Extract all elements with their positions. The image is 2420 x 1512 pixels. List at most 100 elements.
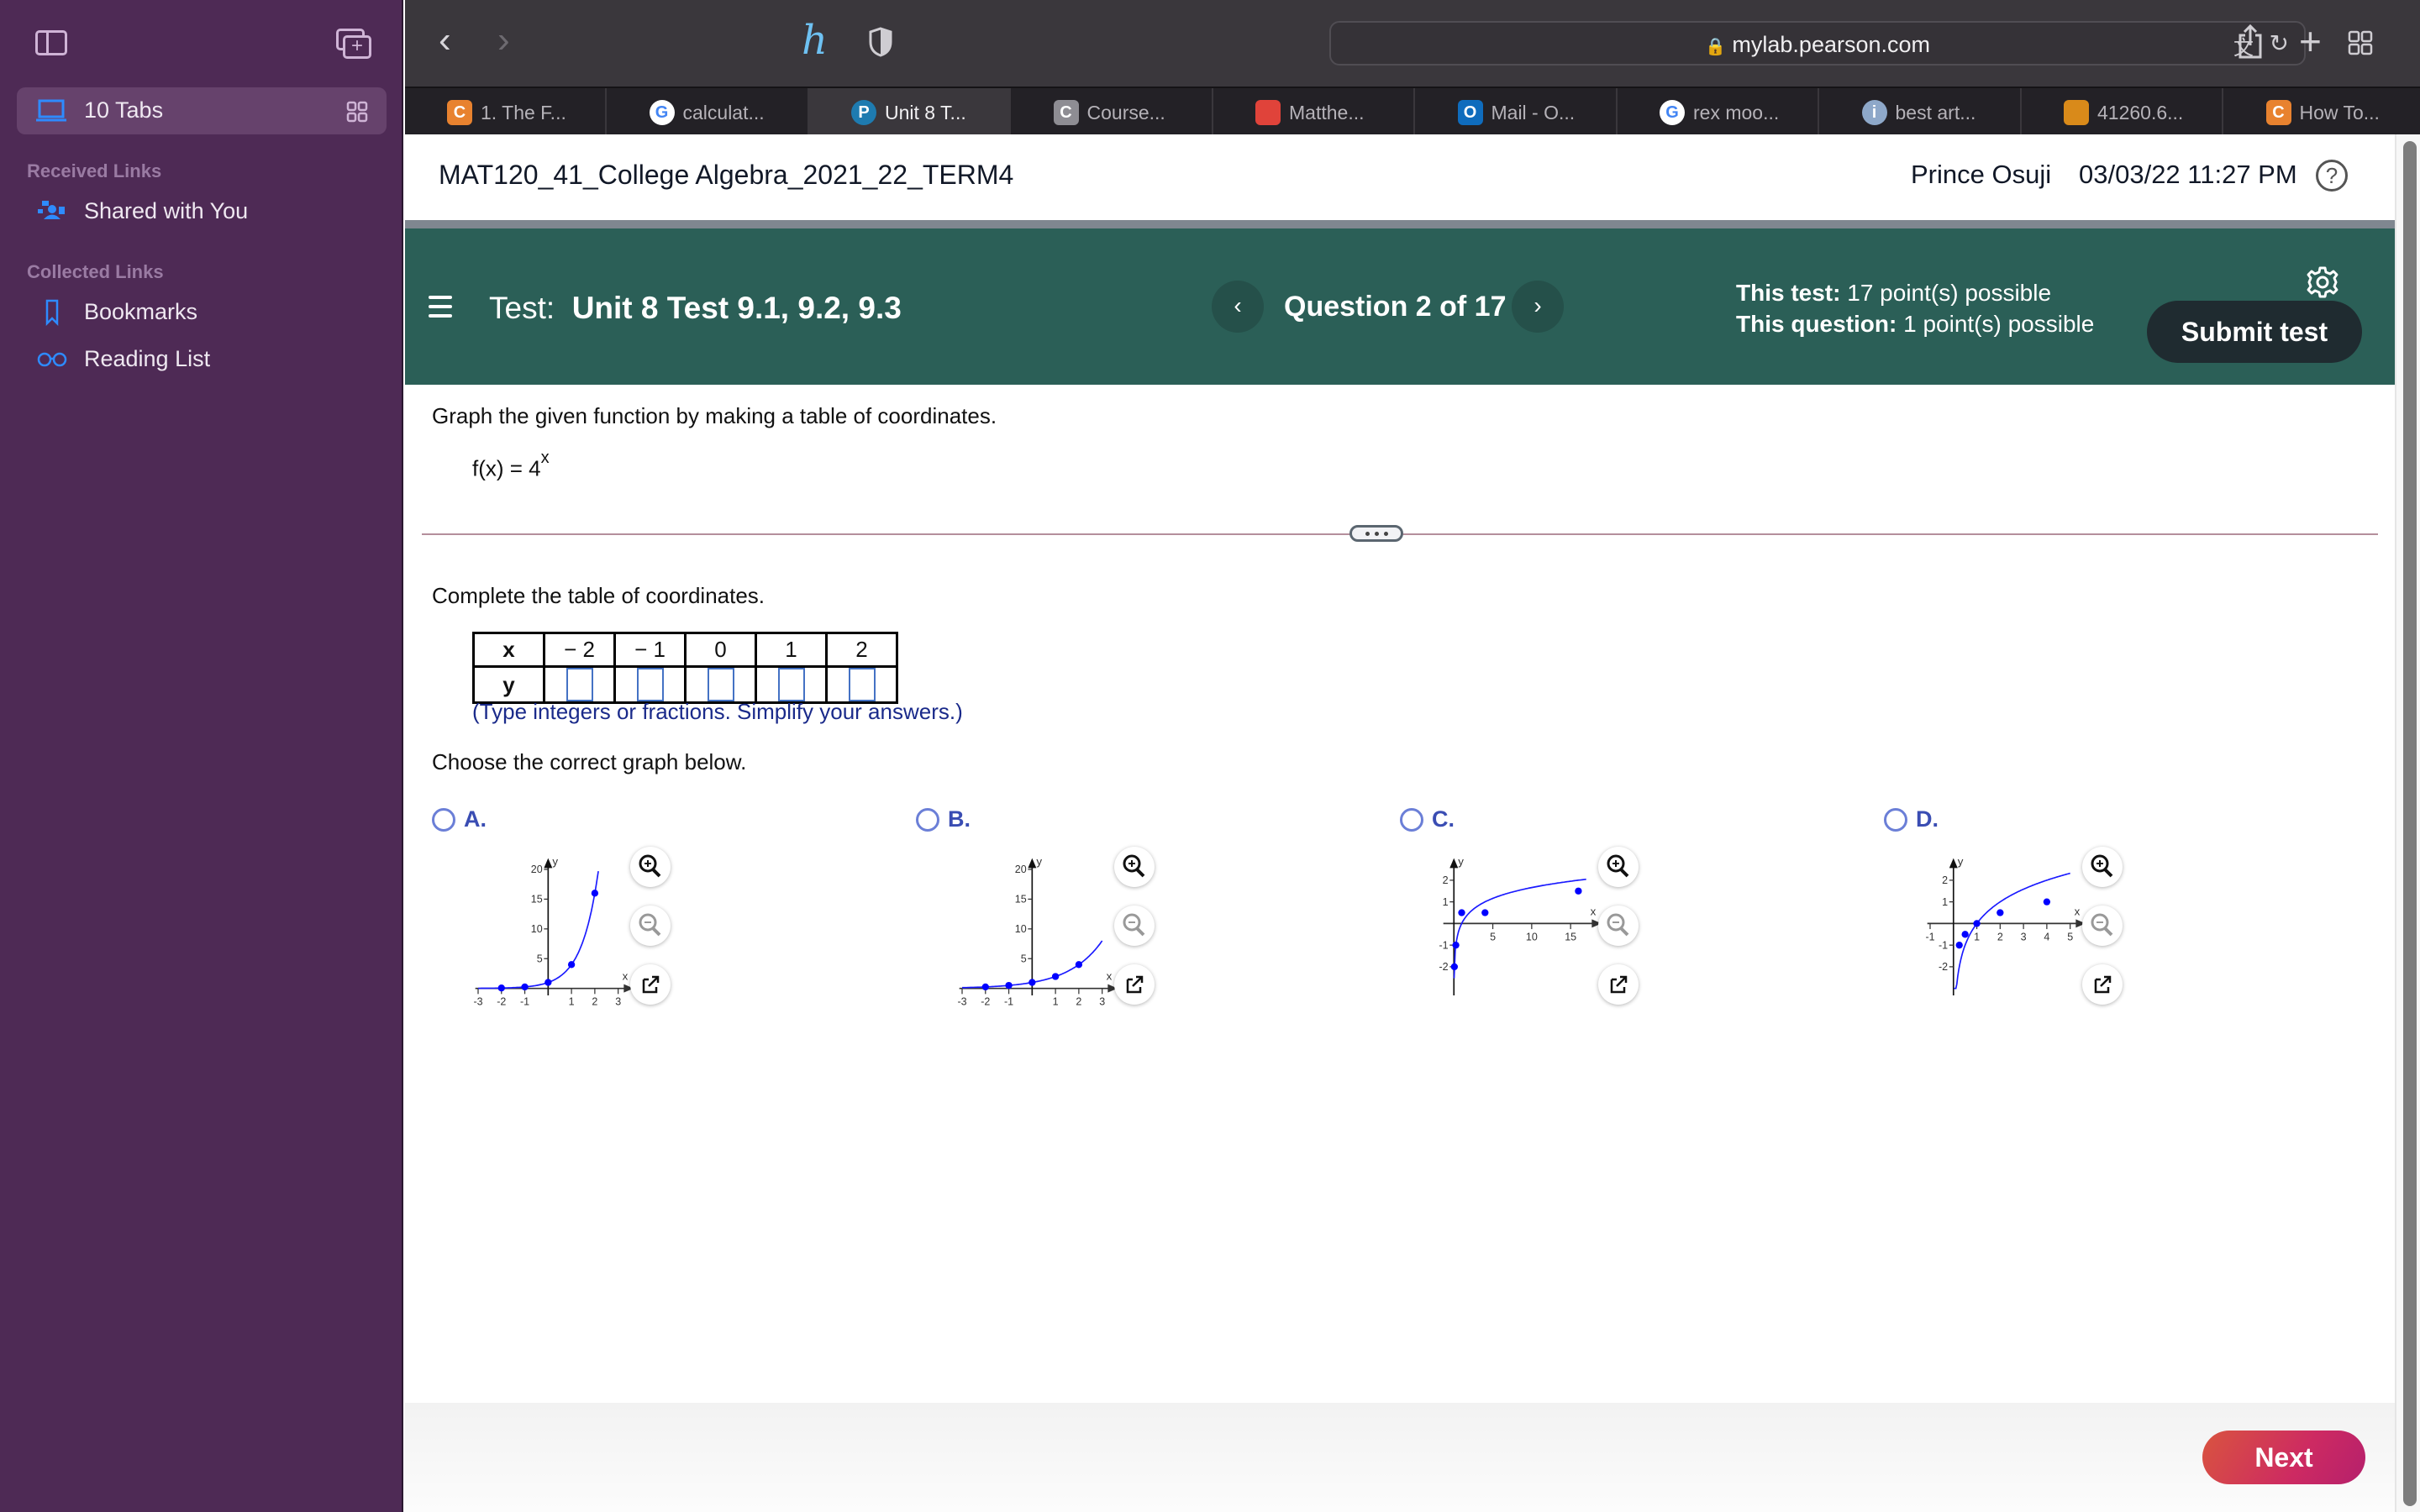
x-axis-label: x xyxy=(2075,905,2081,917)
zoom-in-icon[interactable] xyxy=(1114,847,1155,887)
x-tick-label: 15 xyxy=(1565,931,1576,942)
new-tab-group-icon[interactable]: + xyxy=(336,29,371,59)
address-bar[interactable]: 🔒 mylab.pearson.com 文 ↻ xyxy=(1329,21,2306,66)
zoom-out-icon[interactable] xyxy=(2082,906,2123,946)
graph-option-b[interactable]: B. x y -3 -2 -1 1 2 3 5 10 15 20 xyxy=(916,806,1386,1025)
question-counter: Question 2 of 17 xyxy=(1284,291,1507,323)
x-value: 2 xyxy=(825,632,898,668)
sidebar-item-reading-list[interactable]: Reading List xyxy=(25,341,378,378)
open-in-new-window-icon[interactable] xyxy=(630,964,671,1005)
x-tick-label: -2 xyxy=(981,996,990,1008)
forward-button[interactable]: › xyxy=(497,22,531,60)
browser-tab[interactable]: C Course... xyxy=(1012,88,1213,136)
back-button[interactable]: ‹ xyxy=(439,22,472,60)
zoom-in-icon[interactable] xyxy=(2082,847,2123,887)
x-header: x xyxy=(472,632,545,668)
tab-label: 1. The F... xyxy=(481,102,566,123)
option-radio[interactable] xyxy=(1884,808,1907,832)
browser-tab[interactable]: 41260.6... xyxy=(2022,88,2223,136)
open-in-new-window-icon[interactable] xyxy=(2082,964,2123,1005)
choose-prompt: Choose the correct graph below. xyxy=(432,749,747,774)
y-axis-label: y xyxy=(1958,855,1964,868)
zoom-out-icon[interactable] xyxy=(1114,906,1155,946)
sidebar-toggle-icon[interactable] xyxy=(35,30,67,55)
zoom-out-icon[interactable] xyxy=(1598,906,1639,946)
browser-tab[interactable]: Gcalculat... xyxy=(608,88,809,136)
data-point xyxy=(981,983,989,991)
reading-list-icon xyxy=(37,352,67,367)
data-point xyxy=(497,984,505,992)
option-radio[interactable] xyxy=(432,808,455,832)
page-scrollbar[interactable] xyxy=(2395,134,2420,1512)
tab-overview-icon[interactable] xyxy=(346,101,368,123)
data-point xyxy=(1450,963,1459,971)
tab-label: rex moo... xyxy=(1693,102,1780,123)
open-in-new-window-icon[interactable] xyxy=(1114,964,1155,1005)
graph-option-c[interactable]: C. x y 5 10 15 -2 -1 1 2 xyxy=(1400,806,1870,1025)
tab-favicon-icon: P xyxy=(851,100,876,125)
new-tab-button[interactable]: + xyxy=(2299,18,2322,64)
data-point xyxy=(544,979,552,986)
data-point xyxy=(1575,887,1582,895)
tab-label: Course... xyxy=(1086,102,1165,123)
function-expression: f(x) = 4x xyxy=(472,449,550,481)
sidebar-item-shared-with-you[interactable]: Shared with You xyxy=(25,193,378,230)
x-tick-label: -1 xyxy=(1925,931,1934,942)
share-icon[interactable] xyxy=(2237,24,2264,59)
graph-option-a[interactable]: A. x y -3 -2 -1 1 2 3 5 10 15 20 xyxy=(432,806,902,1025)
browser-tab[interactable]: Matthe... xyxy=(1213,88,1415,136)
x-value: − 2 xyxy=(543,632,616,668)
scrollbar-thumb[interactable] xyxy=(2403,141,2417,1506)
next-button[interactable]: Next xyxy=(2202,1431,2365,1484)
open-in-new-window-icon[interactable] xyxy=(1598,964,1639,1005)
y-input[interactable] xyxy=(636,668,664,701)
divider-handle[interactable] xyxy=(1349,525,1403,542)
y-tick-label: 15 xyxy=(531,894,543,906)
y-tick-label: 10 xyxy=(1015,923,1027,935)
y-input[interactable] xyxy=(707,668,734,701)
menu-icon[interactable] xyxy=(429,296,452,318)
reload-icon[interactable]: ↻ xyxy=(2270,29,2289,57)
option-radio[interactable] xyxy=(916,808,939,832)
browser-tab[interactable]: C How To... xyxy=(2224,88,2420,136)
tab-group-10-tabs[interactable]: 10 Tabs xyxy=(17,87,387,134)
x-tick-label: 5 xyxy=(1490,931,1496,942)
y-input[interactable] xyxy=(848,668,876,701)
browser-tab[interactable]: P Unit 8 T... xyxy=(809,88,1011,136)
y-header: y xyxy=(472,665,545,704)
browser-tab[interactable]: C 1. The F... xyxy=(405,88,607,136)
browser-tab[interactable]: i best art... xyxy=(1820,88,2022,136)
y-tick-label: 20 xyxy=(1015,864,1027,875)
zoom-in-icon[interactable] xyxy=(630,847,671,887)
x-tick-label: 3 xyxy=(1099,996,1105,1008)
hypothesis-extension-icon[interactable]: h xyxy=(802,17,828,64)
function-curve xyxy=(1954,872,2070,990)
tab-label: 41260.6... xyxy=(2097,102,2184,123)
zoom-out-icon[interactable] xyxy=(630,906,671,946)
submit-test-button[interactable]: Submit test xyxy=(2147,301,2362,363)
tab-favicon-icon xyxy=(1255,100,1281,125)
data-point xyxy=(1973,920,1981,927)
option-radio[interactable] xyxy=(1400,808,1423,832)
tab-overview-icon[interactable] xyxy=(2348,30,2373,55)
browser-tab[interactable]: O Mail - O... xyxy=(1416,88,1618,136)
graph-option-d[interactable]: D. x y -1 1 2 3 4 5 -2 -1 1 2 xyxy=(1884,806,2354,1025)
browser-tab[interactable]: Grex moo... xyxy=(1618,88,1819,136)
x-tick-label: 2 xyxy=(1997,931,2003,942)
y-input[interactable] xyxy=(777,668,805,701)
y-axis-label: y xyxy=(552,855,558,868)
zoom-in-icon[interactable] xyxy=(1598,847,1639,887)
privacy-shield-icon[interactable] xyxy=(869,27,892,57)
y-tick-label: -2 xyxy=(1439,961,1448,973)
y-axis-arrow xyxy=(1449,858,1459,869)
x-tick-label: 2 xyxy=(592,996,597,1008)
previous-question-button[interactable]: ‹ xyxy=(1212,281,1264,333)
y-tick-label: 20 xyxy=(531,864,543,875)
next-question-button[interactable]: › xyxy=(1512,281,1564,333)
y-input[interactable] xyxy=(566,668,593,701)
sidebar-item-bookmarks[interactable]: Bookmarks xyxy=(25,294,378,331)
x-value: 1 xyxy=(755,632,828,668)
safari-sidebar: + 10 Tabs Received Links Shared with You… xyxy=(0,0,403,1512)
help-icon[interactable]: ? xyxy=(2316,160,2348,192)
settings-gear-icon[interactable] xyxy=(2306,265,2339,299)
